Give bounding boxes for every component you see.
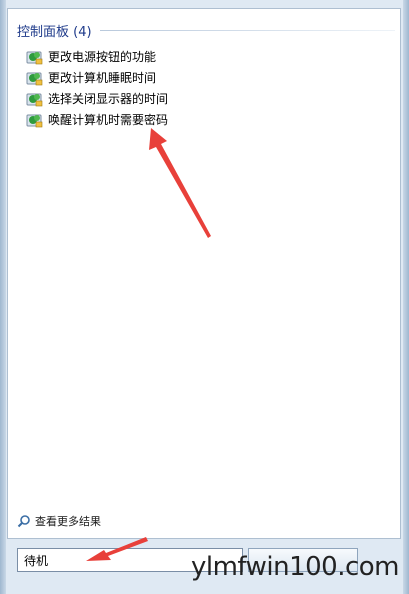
result-item-power-button[interactable]: 更改电源按钮的功能 xyxy=(26,46,386,67)
results-group-header: 控制面板 (4) xyxy=(17,21,395,40)
group-title: 控制面板 (4) xyxy=(17,24,92,40)
start-menu-window: 控制面板 (4) 更改电源按钮的功能 更改计算机睡眠时间 选择关闭显示器的时间 … xyxy=(0,0,409,594)
control-panel-icon xyxy=(26,72,43,85)
control-panel-icon xyxy=(26,93,43,106)
control-panel-icon xyxy=(26,51,43,64)
control-panel-icon xyxy=(26,114,43,127)
see-more-results-link[interactable]: 查看更多结果 xyxy=(17,513,101,529)
result-label: 唤醒计算机时需要密码 xyxy=(48,113,169,127)
result-item-sleep-time[interactable]: 更改计算机睡眠时间 xyxy=(26,67,386,88)
result-item-wake-password[interactable]: 唤醒计算机时需要密码 xyxy=(26,109,386,130)
result-label: 选择关闭显示器的时间 xyxy=(48,92,169,106)
watermark-text: ylmfwin100.com xyxy=(190,552,400,582)
result-label: 更改电源按钮的功能 xyxy=(48,50,157,64)
search-results-panel: 控制面板 (4) 更改电源按钮的功能 更改计算机睡眠时间 选择关闭显示器的时间 … xyxy=(7,8,401,539)
group-divider xyxy=(99,29,395,31)
window-frame-left xyxy=(0,0,6,594)
result-label: 更改计算机睡眠时间 xyxy=(48,71,157,85)
result-item-display-off-time[interactable]: 选择关闭显示器的时间 xyxy=(26,88,386,109)
results-list: 更改电源按钮的功能 更改计算机睡眠时间 选择关闭显示器的时间 唤醒计算机时需要密… xyxy=(26,46,386,130)
window-frame-right xyxy=(403,0,409,594)
search-icon xyxy=(17,515,30,528)
see-more-label: 查看更多结果 xyxy=(35,515,101,528)
